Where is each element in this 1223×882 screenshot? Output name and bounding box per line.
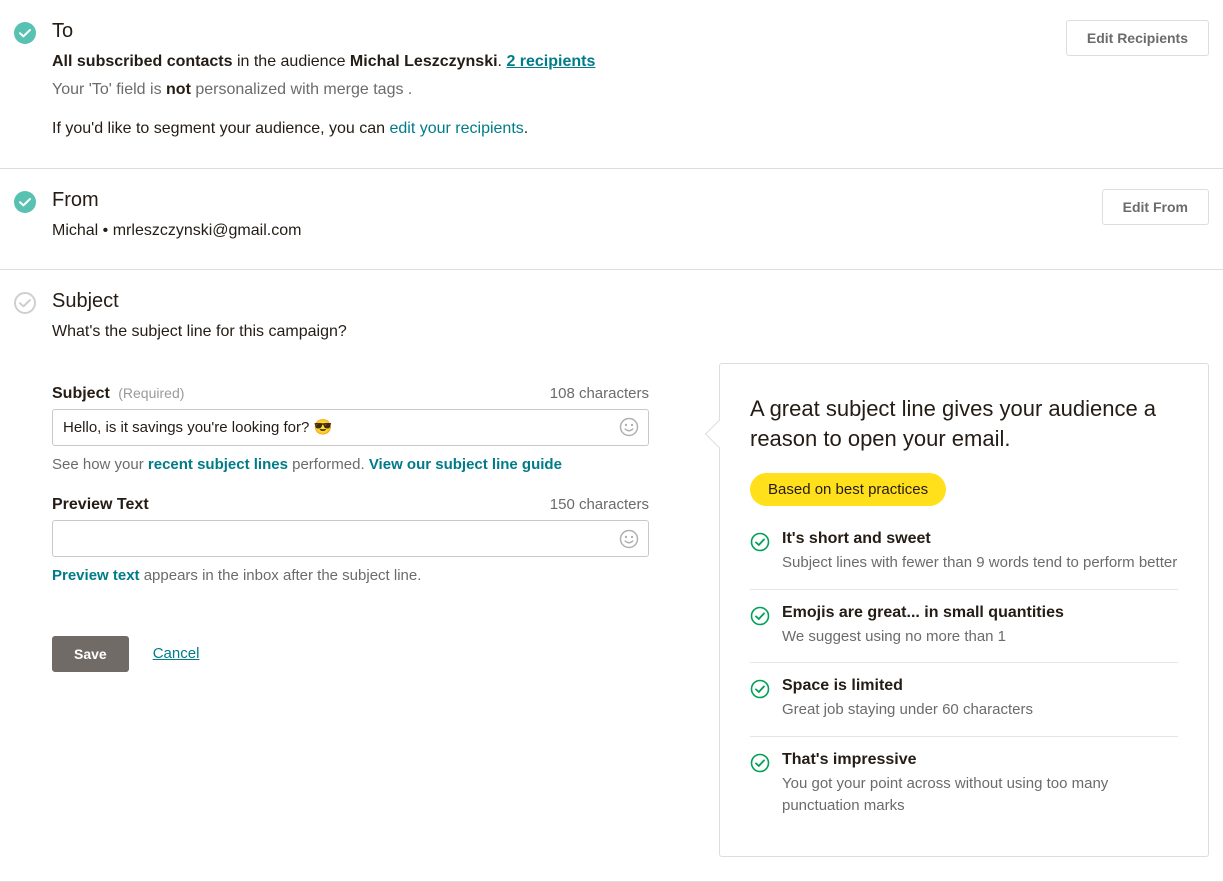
- panel-arrow-icon: [705, 420, 733, 448]
- preview-input[interactable]: [52, 520, 649, 557]
- subject-input[interactable]: [52, 409, 649, 446]
- to-segment-post: .: [524, 120, 528, 137]
- to-segment-line: If you'd like to segment your audience, …: [52, 116, 1046, 142]
- to-section: To All subscribed contacts in the audien…: [0, 0, 1223, 169]
- check-filled-icon: [14, 191, 36, 213]
- subject-help-mid: performed.: [288, 456, 369, 473]
- to-body: To All subscribed contacts in the audien…: [52, 20, 1046, 144]
- tip-desc: Great job staying under 60 characters: [782, 699, 1033, 722]
- to-recipients-link[interactable]: 2 recipients: [506, 53, 595, 70]
- preview-text-link[interactable]: Preview text: [52, 567, 140, 584]
- subject-title: Subject: [52, 290, 1209, 313]
- to-contacts-bold: All subscribed contacts: [52, 53, 233, 70]
- tip-desc: We suggest using no more than 1: [782, 626, 1064, 649]
- emoji-picker-button[interactable]: [619, 528, 641, 550]
- check-circle-icon: [750, 751, 770, 818]
- panel-heading: A great subject line gives your audience…: [750, 394, 1178, 453]
- tips-panel-col: A great subject line gives your audience…: [649, 363, 1209, 857]
- subject-label: Subject: [52, 385, 110, 402]
- from-action-col: Edit From: [1082, 189, 1209, 225]
- subject-body: Subject What's the subject line for this…: [52, 290, 1209, 856]
- emoji-icon: [619, 417, 639, 437]
- edit-recipients-button[interactable]: Edit Recipients: [1066, 20, 1209, 56]
- to-segment-pre: If you'd like to segment your audience, …: [52, 120, 389, 137]
- to-audience-name: Michal Leszczynski: [350, 53, 498, 70]
- check-circle-icon: [750, 677, 770, 722]
- preview-help-post: appears in the inbox after the subject l…: [140, 567, 422, 584]
- from-title: From: [52, 189, 1082, 212]
- tip-item: It's short and sweet Subject lines with …: [750, 530, 1178, 590]
- subject-input-wrap: [52, 409, 649, 446]
- tip-title: That's impressive: [782, 751, 1178, 769]
- to-title: To: [52, 20, 1046, 43]
- preview-field-header: Preview Text 150 characters: [52, 496, 649, 514]
- best-practices-pill: Based on best practices: [750, 473, 946, 506]
- tip-item: That's impressive You got your point acr…: [750, 737, 1178, 832]
- preview-input-wrap: [52, 520, 649, 557]
- subject-help-line: See how your recent subject lines perfor…: [52, 454, 649, 477]
- save-button[interactable]: Save: [52, 636, 129, 672]
- from-detail: Michal • mrleszczynski@gmail.com: [52, 218, 1082, 244]
- subject-required: (Required): [118, 385, 184, 401]
- from-status-col: [14, 189, 52, 213]
- to-status-col: [14, 20, 52, 44]
- tip-title: Space is limited: [782, 677, 1033, 695]
- tip-item: Space is limited Great job staying under…: [750, 663, 1178, 737]
- tip-item: Emojis are great... in small quantities …: [750, 590, 1178, 664]
- to-personalization-pre: Your 'To' field is: [52, 81, 166, 98]
- preview-label: Preview Text: [52, 496, 149, 514]
- preview-help-line: Preview text appears in the inbox after …: [52, 565, 649, 588]
- subject-help-pre: See how your: [52, 456, 148, 473]
- to-action-col: Edit Recipients: [1046, 20, 1209, 56]
- button-row: Save Cancel: [52, 636, 649, 672]
- to-personalization-post: personalized with merge tags .: [191, 81, 412, 98]
- tip-desc: You got your point across without using …: [782, 773, 1178, 818]
- to-personalization-bold: not: [166, 81, 191, 98]
- cancel-link[interactable]: Cancel: [153, 645, 200, 662]
- to-contacts-line: All subscribed contacts in the audience …: [52, 49, 1046, 75]
- check-filled-icon: [14, 22, 36, 44]
- preview-char-count: 150 characters: [550, 496, 649, 513]
- from-body: From Michal • mrleszczynski@gmail.com: [52, 189, 1082, 246]
- check-circle-icon: [750, 530, 770, 575]
- check-circle-icon: [750, 604, 770, 649]
- check-outline-icon: [14, 292, 36, 314]
- tip-title: Emojis are great... in small quantities: [782, 604, 1064, 622]
- tip-desc: Subject lines with fewer than 9 words te…: [782, 552, 1177, 575]
- emoji-icon: [619, 529, 639, 549]
- to-in-audience: in the audience: [233, 53, 350, 70]
- edit-from-button[interactable]: Edit From: [1102, 189, 1209, 225]
- emoji-picker-button[interactable]: [619, 416, 641, 438]
- tips-panel: A great subject line gives your audience…: [719, 363, 1209, 857]
- tip-title: It's short and sweet: [782, 530, 1177, 548]
- recent-subject-lines-link[interactable]: recent subject lines: [148, 456, 288, 473]
- from-section: From Michal • mrleszczynski@gmail.com Ed…: [0, 169, 1223, 271]
- subject-field-header: Subject (Required) 108 characters: [52, 385, 649, 403]
- subject-status-col: [14, 290, 52, 314]
- subject-section: Subject What's the subject line for this…: [0, 270, 1223, 881]
- subject-prompt: What's the subject line for this campaig…: [52, 319, 1209, 345]
- subject-line-guide-link[interactable]: View our subject line guide: [369, 456, 562, 473]
- subject-form: Subject (Required) 108 characters See ho…: [52, 385, 649, 857]
- subject-char-count: 108 characters: [550, 385, 649, 402]
- to-segment-link[interactable]: edit your recipients: [389, 120, 523, 137]
- to-personalization-line: Your 'To' field is not personalized with…: [52, 77, 1046, 103]
